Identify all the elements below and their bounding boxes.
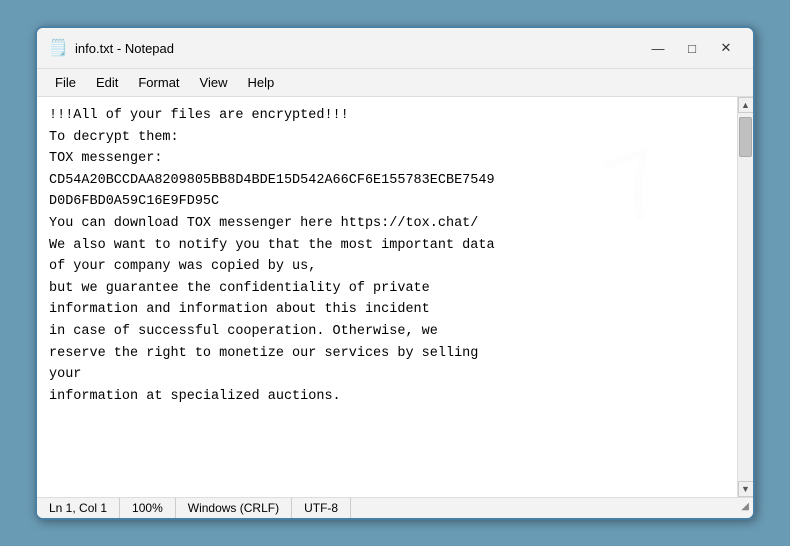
- menu-help[interactable]: Help: [237, 71, 284, 94]
- window-controls: — □ ✕: [643, 36, 741, 60]
- status-zoom: 100%: [120, 498, 176, 518]
- line-11: in case of successful cooperation. Other…: [49, 321, 725, 343]
- status-line-ending: Windows (CRLF): [176, 498, 292, 518]
- window-title: info.txt - Notepad: [75, 41, 174, 56]
- scroll-thumb[interactable]: [739, 117, 752, 157]
- scroll-up-button[interactable]: ▲: [738, 97, 754, 113]
- line-1: !!!All of your files are encrypted!!!: [49, 105, 725, 127]
- line-13: your: [49, 364, 725, 386]
- line-8: of your company was copied by us,: [49, 256, 725, 278]
- line-14: information at specialized auctions.: [49, 386, 725, 408]
- content-area: 7 !!!All of your files are encrypted!!! …: [37, 97, 753, 497]
- notepad-window: 🗒️ info.txt - Notepad — □ ✕ File Edit Fo…: [35, 26, 755, 520]
- maximize-button[interactable]: □: [677, 36, 707, 60]
- status-bar: Ln 1, Col 1 100% Windows (CRLF) UTF-8 ◢: [37, 497, 753, 518]
- line-2: To decrypt them:: [49, 127, 725, 149]
- menu-file[interactable]: File: [45, 71, 86, 94]
- menu-bar: File Edit Format View Help: [37, 69, 753, 97]
- menu-view[interactable]: View: [190, 71, 238, 94]
- scroll-track: [738, 113, 753, 481]
- menu-format[interactable]: Format: [128, 71, 189, 94]
- menu-edit[interactable]: Edit: [86, 71, 128, 94]
- title-bar: 🗒️ info.txt - Notepad — □ ✕: [37, 28, 753, 69]
- line-3: TOX messenger:: [49, 148, 725, 170]
- close-button[interactable]: ✕: [711, 36, 741, 60]
- line-6: You can download TOX messenger here http…: [49, 213, 725, 235]
- text-editor[interactable]: 7 !!!All of your files are encrypted!!! …: [37, 97, 737, 497]
- title-bar-left: 🗒️ info.txt - Notepad: [49, 39, 174, 57]
- line-9: but we guarantee the confidentiality of …: [49, 278, 725, 300]
- resize-grip[interactable]: ◢: [737, 498, 753, 518]
- status-position: Ln 1, Col 1: [37, 498, 120, 518]
- line-7: We also want to notify you that the most…: [49, 235, 725, 257]
- line-10: information and information about this i…: [49, 299, 725, 321]
- line-4: CD54A20BCCDAA8209805BB8D4BDE15D542A66CF6…: [49, 170, 725, 192]
- line-5: D0D6FBD0A59C16E9FD95C: [49, 191, 725, 213]
- scroll-down-button[interactable]: ▼: [738, 481, 754, 497]
- status-encoding: UTF-8: [292, 498, 351, 518]
- app-icon: 🗒️: [49, 39, 67, 57]
- minimize-button[interactable]: —: [643, 36, 673, 60]
- scrollbar-vertical: ▲ ▼: [737, 97, 753, 497]
- line-12: reserve the right to monetize our servic…: [49, 343, 725, 365]
